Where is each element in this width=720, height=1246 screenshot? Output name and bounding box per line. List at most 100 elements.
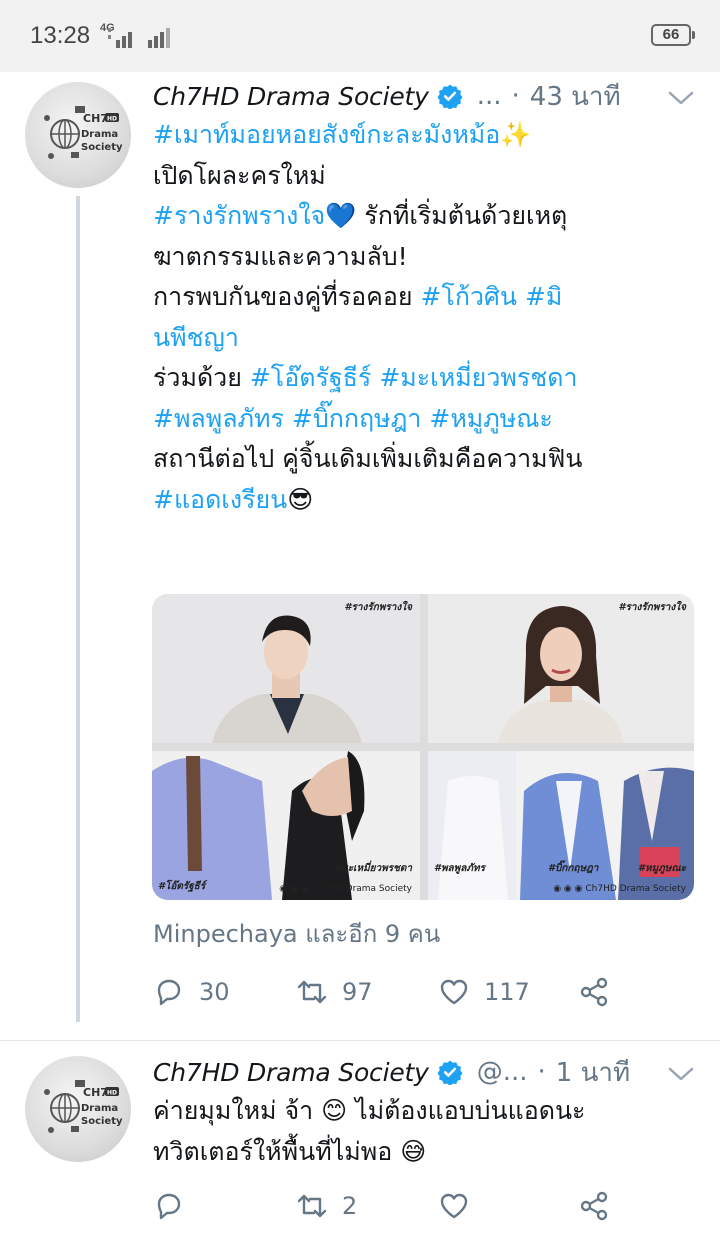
author-name[interactable]: Ch7HD Drama Society: [153, 1058, 429, 1087]
hashtag-link[interactable]: #หมูภูษณะ: [429, 404, 553, 433]
share-button[interactable]: [578, 972, 610, 1012]
hashtag-link[interactable]: นพีชญา: [153, 323, 239, 352]
tweet-text-line: ฆาตกรรมและความลับ!: [153, 237, 683, 278]
media-photo-2[interactable]: #รางรักพรางใจ: [428, 594, 694, 743]
media-hashtag: #หมูภูษณะ: [638, 863, 686, 874]
tweet-text-segment: 💙 รักที่เริ่มต้นด้วยเหตุ: [325, 201, 568, 230]
media-hashtag: #รางรักพรางใจ: [618, 602, 686, 613]
tweet-text: ค่ายมุมใหม่ จ้า 😊 ไม่ต้องแอบบ่นแอดนะทวิต…: [153, 1091, 683, 1172]
retweet-button[interactable]: 97: [296, 972, 373, 1012]
verified-icon: [437, 84, 463, 109]
media-footer: ◉ ◉ ◉ Ch7HD Drama Society: [279, 884, 412, 894]
tweet-time: 1 นาที: [555, 1057, 631, 1088]
tweet-text-line: สถานีต่อไป คู่จิ้นเดิมเพิ่มเติมคือความฟิ…: [153, 439, 683, 480]
tweet-text-line: #รางรักพรางใจ💙 รักที่เริ่มต้นด้วยเหตุ: [153, 196, 683, 237]
battery-level: 66: [662, 26, 680, 43]
tweet-text-segment: ✨: [500, 120, 532, 149]
media-grid[interactable]: #รางรักพรางใจ #รางรักพรางใจ #โอ๊ตรัฐธีร์…: [152, 594, 694, 900]
heart-icon: [440, 1193, 468, 1219]
media-hashtag: #มะเหมี่ยวพรชดา: [334, 863, 412, 874]
media-photo-4[interactable]: #พลพูลภัทร #บิ๊กกฤษฎา #หมูภูษณะ ◉ ◉ ◉ Ch…: [428, 751, 694, 900]
verified-icon: [437, 1060, 463, 1085]
tweet-text-line: ทวิตเตอร์ให้พื้นที่ไม่พอ 😅: [153, 1132, 683, 1173]
hashtag-link[interactable]: #รางรักพรางใจ: [153, 201, 325, 230]
share-icon: [580, 1191, 608, 1221]
retweet-count: 2: [342, 1192, 358, 1220]
reply-button[interactable]: [153, 1186, 199, 1226]
media-hashtag: #พลพูลภัทร: [434, 863, 485, 874]
author-handle: @...: [476, 1057, 528, 1087]
chevron-down-icon[interactable]: [668, 1066, 694, 1082]
thread-line: [76, 196, 80, 1022]
avatar-text-society: Society: [81, 142, 123, 153]
heart-icon: [440, 979, 468, 1005]
hashtag-link[interactable]: #โอ๊ตรัฐธีร์: [250, 363, 372, 392]
status-bar: 13:28 4G 66: [0, 0, 720, 72]
reply-icon: [157, 979, 181, 1006]
avatar[interactable]: CH7 HD Drama Society: [25, 82, 131, 188]
media-footer: ◉ ◉ ◉ Ch7HD Drama Society: [553, 884, 686, 894]
tweet-header: Ch7HD Drama Society @... · 1 นาที: [153, 1054, 630, 1090]
tweet-text-line: เปิดโผละครใหม่: [153, 156, 683, 197]
media-hashtag: #โอ๊ตรัฐธีร์: [158, 881, 206, 892]
hashtag-link[interactable]: #มิ: [525, 282, 562, 311]
tweet-text-line: #พลพูลภัทร #บิ๊กกฤษฎา #หมูภูษณะ: [153, 399, 683, 440]
media-hashtag: #รางรักพรางใจ: [344, 602, 412, 613]
tweet-divider: [0, 1040, 720, 1041]
tweet-text-segment: ร่วมด้วย: [153, 363, 250, 392]
reply-count: 30: [199, 978, 230, 1006]
ch7-logo-icon: CH7 HD Drama Society: [44, 1080, 123, 1133]
battery-icon: 66: [651, 24, 695, 46]
reply-icon: [157, 1193, 181, 1220]
retweet-icon: [297, 980, 327, 1004]
hashtag-link[interactable]: #บิ๊กกฤษฎา: [292, 404, 422, 433]
like-button[interactable]: 117: [438, 972, 530, 1012]
retweet-button[interactable]: 2: [296, 1186, 357, 1226]
couple-image: [152, 751, 420, 900]
media-footer-text: Ch7HD Drama Society: [585, 884, 686, 894]
hashtag-link[interactable]: #เมาท์มอยหอยสังข์กะละมังหม้อ: [153, 120, 500, 149]
tweet-text-segment: 😎: [287, 484, 314, 514]
like-button[interactable]: [438, 1186, 484, 1226]
tweet-text-segment: [517, 282, 525, 311]
dot-separator: ·: [537, 1057, 546, 1087]
avatar[interactable]: CH7 HD Drama Society: [25, 1056, 131, 1162]
tweet-text-segment: ค่ายมุมใหม่ จ้า 😊 ไม่ต้องแอบบ่นแอดนะ: [153, 1096, 586, 1125]
avatar-text-hd: HD: [107, 116, 117, 123]
share-icon: [580, 977, 608, 1007]
tweet-text-line: ร่วมด้วย #โอ๊ตรัฐธีร์ #มะเหมี่ยวพรชดา: [153, 358, 683, 399]
tweet-text-line: การพบกันของคู่ที่รอคอย #โก้วศิน #มิ: [153, 277, 683, 318]
tweet-text-segment: ฆาตกรรมและความลับ!: [153, 241, 408, 271]
avatar-text-ch7: CH7: [83, 1086, 108, 1099]
share-button[interactable]: [578, 1186, 610, 1226]
tweet-text-segment: [284, 404, 292, 433]
reply-button[interactable]: 30: [153, 972, 230, 1012]
chevron-down-icon[interactable]: [668, 90, 694, 106]
woman-portrait-image: [428, 594, 694, 743]
avatar-text-ch7: CH7: [83, 112, 108, 125]
three-men-image: [428, 751, 694, 900]
man-portrait-image: [152, 594, 420, 743]
tweet-text: #เมาท์มอยหอยสังข์กะละมังหม้อ✨ เปิดโผละคร…: [153, 115, 683, 520]
hashtag-link[interactable]: #พลพูลภัทร: [153, 404, 284, 433]
tweet-text-line: ค่ายมุมใหม่ จ้า 😊 ไม่ต้องแอบบ่นแอดนะ: [153, 1091, 683, 1132]
hashtag-link[interactable]: #โก้วศิน: [420, 282, 517, 311]
author-name[interactable]: Ch7HD Drama Society: [153, 82, 429, 111]
media-footer-text: Ch7HD Drama Society: [311, 884, 412, 894]
retweet-count: 97: [342, 978, 373, 1006]
signal-icon: [108, 28, 170, 48]
liked-by[interactable]: Minpechaya และอีก 9 คน: [153, 914, 440, 953]
hashtag-link[interactable]: #มะเหมี่ยวพรชดา: [379, 363, 577, 392]
media-photo-1[interactable]: #รางรักพรางใจ: [152, 594, 420, 743]
media-hashtag: #บิ๊กกฤษฎา: [548, 863, 599, 874]
tweet-header: Ch7HD Drama Society ... · 43 นาที: [153, 78, 621, 114]
avatar-text-drama: Drama: [81, 1103, 118, 1114]
retweet-icon: [297, 1194, 327, 1218]
tweet-text-line: #แอดเงรียน😎: [153, 480, 683, 521]
author-handle: ...: [476, 81, 502, 111]
like-count: 117: [484, 978, 530, 1006]
hashtag-link[interactable]: #แอดเงรียน: [153, 485, 287, 514]
tweet-text-segment: ทวิตเตอร์ให้พื้นที่ไม่พอ 😅: [153, 1136, 427, 1166]
media-photo-3[interactable]: #โอ๊ตรัฐธีร์ #มะเหมี่ยวพรชดา ◉ ◉ ◉ Ch7HD…: [152, 751, 420, 900]
tweet-text-segment: สถานีต่อไป คู่จิ้นเดิมเพิ่มเติมคือความฟิ…: [153, 444, 583, 473]
